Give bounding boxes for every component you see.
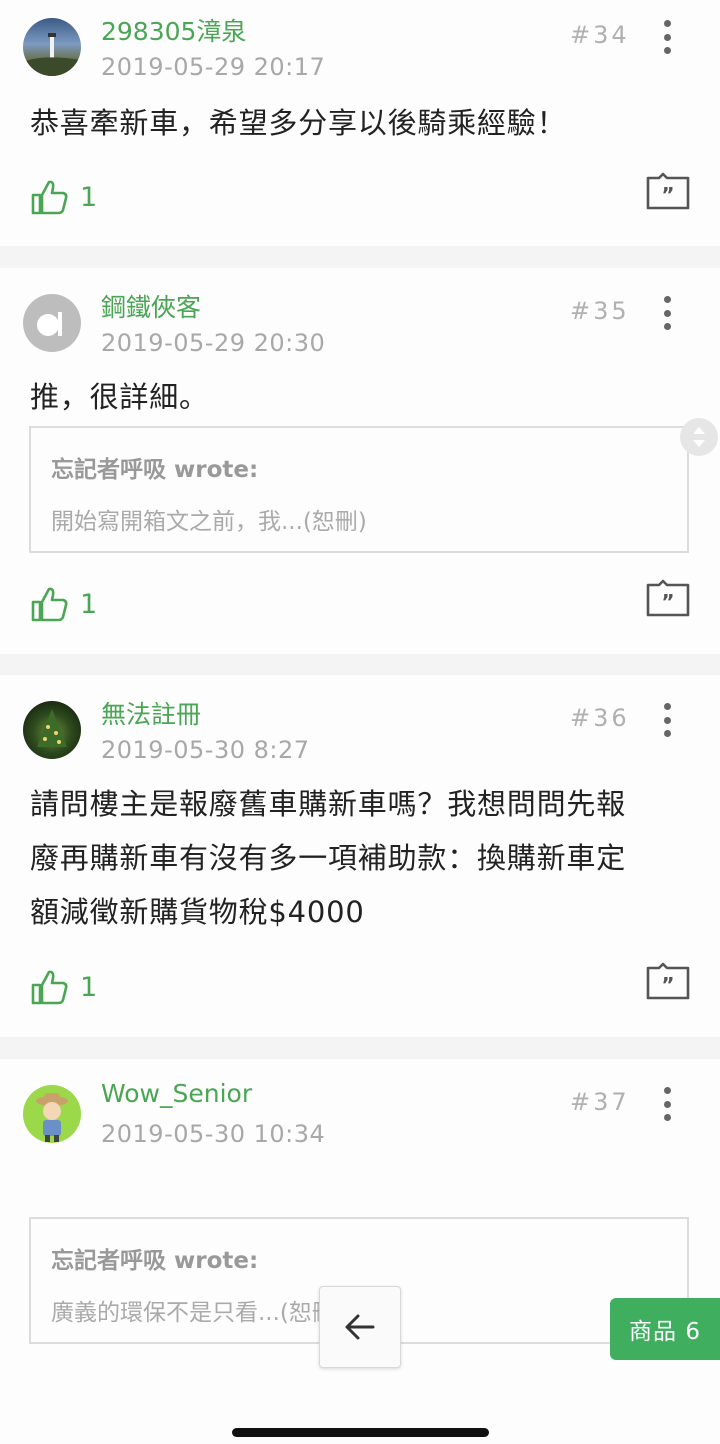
timestamp: 2019-05-29 20:30 [101,329,326,357]
avatar[interactable] [23,294,81,352]
more-vertical-icon[interactable] [655,703,679,737]
avatar[interactable] [23,18,81,76]
post-content-line: 額減徵新購貨物稅$4000 [30,895,365,929]
avatar[interactable] [23,1085,81,1143]
like-button[interactable]: 1 [30,584,97,624]
reply-button[interactable]: ” [646,579,690,619]
quote-block[interactable]: 忘記者呼吸 wrote: 開始寫開箱文之前，我...(恕刪) [29,426,689,553]
post-36: 無法註冊 2019-05-30 8:27 #36 請問樓主是報廢舊車購新車嗎？我… [0,675,720,1037]
scroll-arrows-icon [693,427,705,447]
hiker-cartoon-icon [36,1093,68,1142]
floor-number: #37 [570,1088,630,1116]
like-button[interactable]: 1 [30,177,97,217]
username[interactable]: 無法註冊 [101,695,201,731]
christmas-tree-icon [37,709,67,747]
timestamp: 2019-05-29 20:17 [101,53,326,81]
quote-reply-icon: ” [646,172,690,210]
post-content-line: 廢再購新車有沒有多一項補助款：換購新車定 [30,841,627,875]
home-indicator [232,1428,489,1437]
back-button[interactable] [319,1286,401,1368]
quote-author: 忘記者呼吸 wrote: [51,457,259,483]
quote-reply-icon: ” [646,579,690,617]
timestamp: 2019-05-30 10:34 [101,1120,326,1148]
reply-button[interactable]: ” [646,172,690,212]
post-content: 請問樓主是報廢舊車購新車嗎？我想問問先報 廢再購新車有沒有多一項補助款：換購新車… [30,777,694,939]
post-content: 恭喜牽新車，希望多分享以後騎乘經驗！ [30,106,567,140]
username[interactable]: Wow_Senior [101,1079,252,1108]
post-34: 298305漳泉 2019-05-29 20:17 #34 恭喜牽新車，希望多分… [0,0,720,246]
more-vertical-icon[interactable] [655,20,679,54]
more-vertical-icon[interactable] [655,1087,679,1121]
avatar[interactable] [23,701,81,759]
thumbs-up-icon [31,587,68,622]
floor-number: #35 [570,297,630,325]
thumbs-up-icon [31,180,68,215]
quote-reply-icon: ” [646,962,690,1000]
product-button[interactable]: 商品 6 [610,1298,720,1360]
username[interactable]: 298305漳泉 [101,12,246,48]
svg-text:”: ” [661,973,674,997]
username[interactable]: 鋼鐵俠客 [101,288,201,324]
like-count: 1 [80,181,98,213]
like-count: 1 [80,588,98,620]
post-content-line: 請問樓主是報廢舊車購新車嗎？我想問問先報 [30,787,627,821]
reply-button[interactable]: ” [646,962,690,1002]
timestamp: 2019-05-30 8:27 [101,736,310,764]
quote-text: 開始寫開箱文之前，我...(恕刪) [51,509,367,535]
floor-number: #34 [570,21,630,49]
default-avatar-icon [37,312,62,336]
thumbs-up-icon [31,970,68,1005]
more-vertical-icon[interactable] [655,296,679,330]
quote-author: 忘記者呼吸 wrote: [51,1248,259,1274]
scroll-handle[interactable] [680,418,718,456]
post-35: 鋼鐵俠客 2019-05-29 20:30 #35 推，很詳細。 忘記者呼吸 w… [0,268,720,654]
floor-number: #36 [570,704,630,732]
quote-text: 廣義的環保不是只看...(恕刪) [51,1300,344,1326]
lighthouse-icon [23,33,81,76]
like-button[interactable]: 1 [30,967,97,1007]
thread-page: 298305漳泉 2019-05-29 20:17 #34 恭喜牽新車，希望多分… [0,0,720,1444]
arrow-left-icon [345,1314,375,1340]
svg-text:”: ” [661,183,674,207]
svg-text:”: ” [661,590,674,614]
post-content: 推，很詳細。 [30,380,209,414]
like-count: 1 [80,971,98,1003]
